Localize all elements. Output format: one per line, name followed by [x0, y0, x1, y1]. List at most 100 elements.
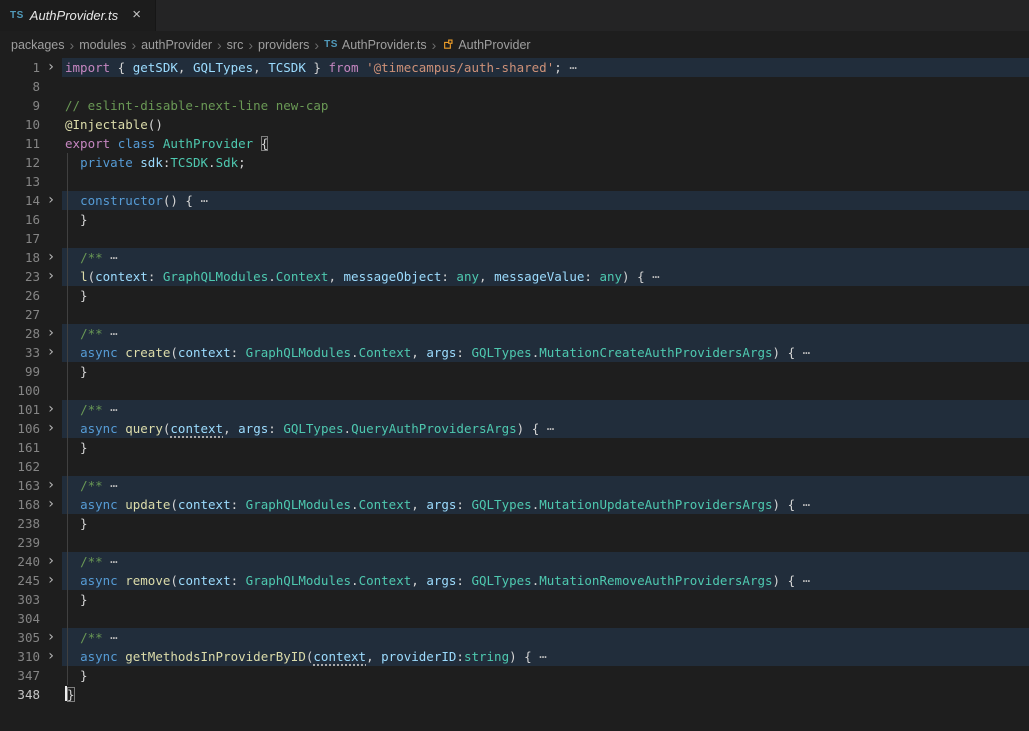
code-line-163[interactable]: 163› /** ⋯	[0, 476, 1029, 495]
fold-chevron-icon[interactable]: ›	[40, 571, 62, 590]
code-line-168[interactable]: 168› async update(context: GraphQLModule…	[0, 495, 1029, 514]
code-text[interactable]: }	[62, 362, 1029, 381]
folded-code-ellipsis[interactable]: ⋯	[547, 421, 556, 436]
folded-code-ellipsis[interactable]: ⋯	[803, 345, 812, 360]
breadcrumb-item-packages[interactable]: packages	[11, 38, 65, 52]
code-line-27[interactable]: 27	[0, 305, 1029, 324]
code-text[interactable]: }	[62, 590, 1029, 609]
code-text[interactable]	[62, 457, 1029, 476]
code-text[interactable]: }	[62, 210, 1029, 229]
code-text[interactable]	[62, 305, 1029, 324]
code-editor[interactable]: 1›import { getSDK, GQLTypes, TCSDK } fro…	[0, 58, 1029, 704]
fold-chevron-icon[interactable]: ›	[40, 495, 62, 514]
code-text[interactable]: }	[62, 685, 1029, 704]
breadcrumb-item-authprovider[interactable]: AuthProvider	[441, 38, 530, 52]
fold-chevron-icon[interactable]: ›	[40, 58, 62, 77]
code-line-310[interactable]: 310› async getMethodsInProviderByID(cont…	[0, 647, 1029, 666]
code-text[interactable]: /** ⋯	[62, 324, 1029, 343]
code-line-161[interactable]: 161 }	[0, 438, 1029, 457]
fold-chevron-icon[interactable]: ›	[40, 647, 62, 666]
code-line-106[interactable]: 106› async query(context, args: GQLTypes…	[0, 419, 1029, 438]
fold-chevron-icon[interactable]: ›	[40, 191, 62, 210]
code-text[interactable]: export class AuthProvider {	[62, 134, 1029, 153]
folded-code-ellipsis[interactable]: ⋯	[110, 478, 119, 493]
code-line-33[interactable]: 33› async create(context: GraphQLModules…	[0, 343, 1029, 362]
code-text[interactable]	[62, 172, 1029, 191]
code-line-12[interactable]: 12 private sdk:TCSDK.Sdk;	[0, 153, 1029, 172]
breadcrumb-item-modules[interactable]: modules	[79, 38, 126, 52]
code-line-1[interactable]: 1›import { getSDK, GQLTypes, TCSDK } fro…	[0, 58, 1029, 77]
fold-chevron-icon[interactable]: ›	[40, 267, 62, 286]
code-text[interactable]	[62, 533, 1029, 552]
folded-code-ellipsis[interactable]: ⋯	[110, 250, 119, 265]
breadcrumb-item-authprovider-ts[interactable]: TSAuthProvider.ts	[324, 38, 427, 52]
close-tab-icon[interactable]: ×	[128, 7, 145, 24]
code-line-23[interactable]: 23› l(context: GraphQLModules.Context, m…	[0, 267, 1029, 286]
code-line-348[interactable]: 348}	[0, 685, 1029, 704]
code-line-13[interactable]: 13	[0, 172, 1029, 191]
code-line-26[interactable]: 26 }	[0, 286, 1029, 305]
code-text[interactable]: }	[62, 286, 1029, 305]
code-line-238[interactable]: 238 }	[0, 514, 1029, 533]
code-text[interactable]: }	[62, 514, 1029, 533]
code-text[interactable]: }	[62, 438, 1029, 457]
fold-chevron-icon[interactable]: ›	[40, 400, 62, 419]
fold-chevron-icon[interactable]: ›	[40, 476, 62, 495]
code-text[interactable]: async create(context: GraphQLModules.Con…	[62, 343, 1029, 362]
code-text[interactable]: constructor() { ⋯	[62, 191, 1029, 210]
folded-code-ellipsis[interactable]: ⋯	[110, 630, 119, 645]
folded-code-ellipsis[interactable]: ⋯	[803, 573, 812, 588]
code-line-303[interactable]: 303 }	[0, 590, 1029, 609]
code-text[interactable]: async remove(context: GraphQLModules.Con…	[62, 571, 1029, 590]
folded-code-ellipsis[interactable]: ⋯	[201, 193, 210, 208]
fold-chevron-icon[interactable]: ›	[40, 248, 62, 267]
code-line-240[interactable]: 240› /** ⋯	[0, 552, 1029, 571]
code-line-11[interactable]: 11export class AuthProvider {	[0, 134, 1029, 153]
code-text[interactable]: // eslint-disable-next-line new-cap	[62, 96, 1029, 115]
code-text[interactable]: }	[62, 666, 1029, 685]
code-text[interactable]	[62, 609, 1029, 628]
breadcrumb-item-src[interactable]: src	[227, 38, 244, 52]
folded-code-ellipsis[interactable]: ⋯	[803, 497, 812, 512]
code-text[interactable]: @Injectable()	[62, 115, 1029, 134]
folded-code-ellipsis[interactable]: ⋯	[539, 649, 548, 664]
code-line-18[interactable]: 18› /** ⋯	[0, 248, 1029, 267]
code-text[interactable]: async query(context, args: GQLTypes.Quer…	[62, 419, 1029, 438]
code-text[interactable]: l(context: GraphQLModules.Context, messa…	[62, 267, 1029, 286]
code-text[interactable]: async update(context: GraphQLModules.Con…	[62, 495, 1029, 514]
code-line-17[interactable]: 17	[0, 229, 1029, 248]
folded-code-ellipsis[interactable]: ⋯	[569, 60, 578, 75]
code-text[interactable]: /** ⋯	[62, 476, 1029, 495]
fold-chevron-icon[interactable]: ›	[40, 628, 62, 647]
code-line-99[interactable]: 99 }	[0, 362, 1029, 381]
code-line-162[interactable]: 162	[0, 457, 1029, 476]
code-text[interactable]: /** ⋯	[62, 628, 1029, 647]
code-text[interactable]	[62, 381, 1029, 400]
code-text[interactable]: private sdk:TCSDK.Sdk;	[62, 153, 1029, 172]
code-text[interactable]: async getMethodsInProviderByID(context, …	[62, 647, 1029, 666]
code-line-14[interactable]: 14› constructor() { ⋯	[0, 191, 1029, 210]
folded-code-ellipsis[interactable]: ⋯	[110, 554, 119, 569]
code-line-347[interactable]: 347 }	[0, 666, 1029, 685]
folded-code-ellipsis[interactable]: ⋯	[110, 326, 119, 341]
code-line-28[interactable]: 28› /** ⋯	[0, 324, 1029, 343]
code-line-239[interactable]: 239	[0, 533, 1029, 552]
folded-code-ellipsis[interactable]: ⋯	[110, 402, 119, 417]
code-line-10[interactable]: 10@Injectable()	[0, 115, 1029, 134]
code-line-305[interactable]: 305› /** ⋯	[0, 628, 1029, 647]
code-line-100[interactable]: 100	[0, 381, 1029, 400]
breadcrumb-item-providers[interactable]: providers	[258, 38, 309, 52]
tab-authprovider-ts[interactable]: TS AuthProvider.ts ×	[0, 0, 156, 31]
fold-chevron-icon[interactable]: ›	[40, 324, 62, 343]
code-text[interactable]: import { getSDK, GQLTypes, TCSDK } from …	[62, 58, 1029, 77]
folded-code-ellipsis[interactable]: ⋯	[652, 269, 661, 284]
fold-chevron-icon[interactable]: ›	[40, 552, 62, 571]
code-line-16[interactable]: 16 }	[0, 210, 1029, 229]
code-line-304[interactable]: 304	[0, 609, 1029, 628]
code-text[interactable]: /** ⋯	[62, 400, 1029, 419]
breadcrumb-item-authprovider[interactable]: authProvider	[141, 38, 212, 52]
code-text[interactable]: /** ⋯	[62, 552, 1029, 571]
code-text[interactable]	[62, 229, 1029, 248]
code-line-9[interactable]: 9// eslint-disable-next-line new-cap	[0, 96, 1029, 115]
code-line-8[interactable]: 8	[0, 77, 1029, 96]
